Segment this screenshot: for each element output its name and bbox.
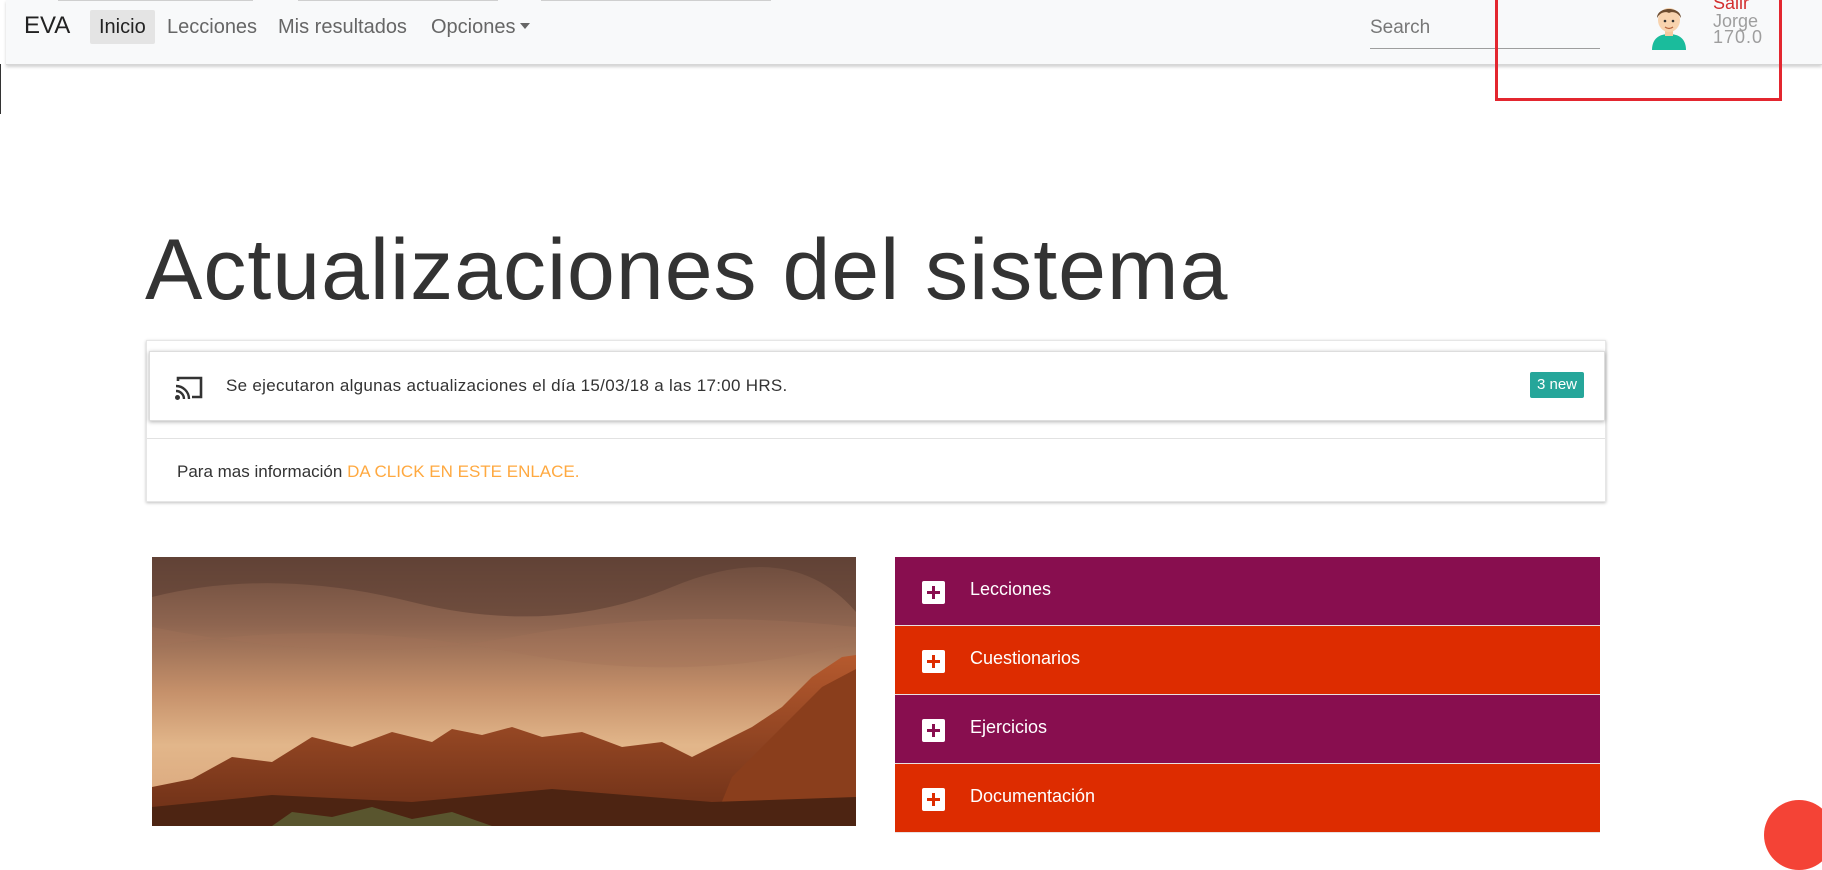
accordion-item-ejercicios[interactable]: Ejercicios [895,695,1600,764]
plus-icon [922,650,945,673]
info-line: Para mas información DA CLICK EN ESTE EN… [177,462,579,482]
updates-card: Se ejecutaron algunas actualizaciones el… [146,340,1606,502]
page-title: Actualizaciones del sistema [145,222,1229,318]
nav-item-lecciones[interactable]: Lecciones [158,10,266,44]
nav-item-opciones-label: Opciones [431,16,516,38]
sections-accordion: Lecciones Cuestionarios Ejercicios Docum… [895,557,1600,833]
floating-action-button[interactable] [1764,800,1822,870]
window-edge [0,64,1,114]
update-collapsible-header[interactable]: Se ejecutaron algunas actualizaciones el… [149,351,1605,421]
accordion-item-lecciones[interactable]: Lecciones [895,557,1600,626]
card-divider [147,438,1605,439]
highlight-annotation-box [1495,0,1782,101]
accordion-label: Cuestionarios [970,648,1081,668]
navbar-edge-line [541,0,771,1]
accordion-item-documentacion[interactable]: Documentación [895,764,1600,833]
nav-item-mis-resultados[interactable]: Mis resultados [269,10,416,44]
nav-item-opciones[interactable]: Opciones [422,10,539,44]
info-link[interactable]: DA CLICK EN ESTE ENLACE. [347,462,579,481]
plus-icon [922,788,945,811]
info-prefix: Para mas información [177,462,343,481]
plus-icon [922,719,945,742]
accordion-label: Documentación [970,786,1096,806]
caret-down-icon [519,22,530,29]
accordion-label: Lecciones [970,579,1052,599]
plus-icon [922,581,945,604]
accordion-item-cuestionarios[interactable]: Cuestionarios [895,626,1600,695]
navbar-edge-line [58,0,253,1]
update-message: Se ejecutaron algunas actualizaciones el… [226,376,788,395]
accordion-label: Ejercicios [970,717,1048,737]
new-count-badge: 3 new [1529,372,1584,398]
nav-item-inicio[interactable]: Inicio [90,10,155,44]
desert-landscape-image [152,557,856,826]
cast-icon [175,376,203,400]
navbar-edge-line [298,0,498,1]
brand-logo[interactable]: EVA [24,12,70,40]
